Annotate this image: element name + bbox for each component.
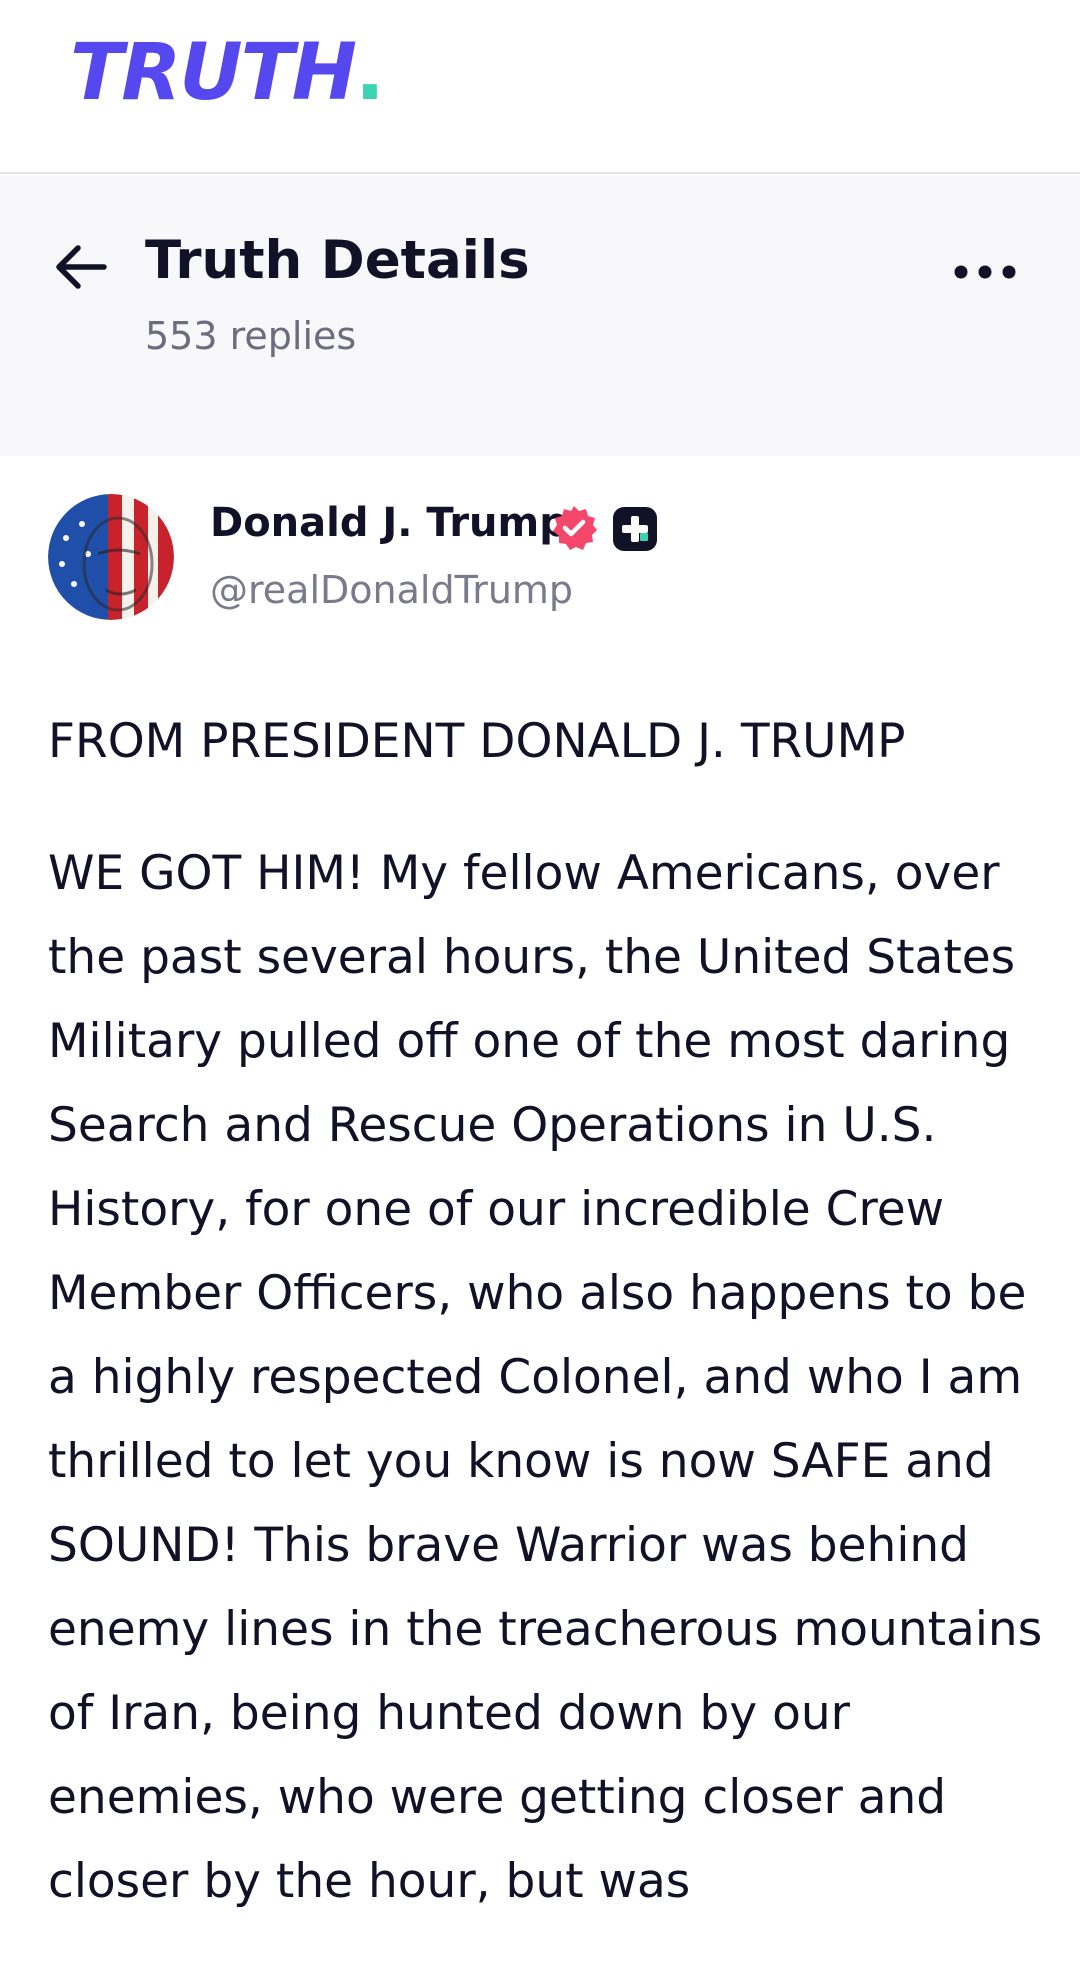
more-horizontal-icon bbox=[954, 265, 1016, 279]
truth-plus-badge-icon bbox=[613, 507, 657, 551]
page-title: Truth Details bbox=[145, 230, 530, 291]
top-bar: TRUTH. bbox=[0, 0, 1080, 174]
truth-logo[interactable]: TRUTH. bbox=[70, 34, 385, 112]
verified-badge-icon bbox=[553, 506, 597, 550]
avatar[interactable] bbox=[48, 494, 174, 620]
arrow-left-icon bbox=[56, 245, 107, 289]
user-handle[interactable]: @realDonaldTrump bbox=[210, 568, 573, 612]
avatar-image bbox=[48, 494, 174, 620]
post-body: FROM PRESIDENT DONALD J. TRUMP WE GOT HI… bbox=[48, 700, 1048, 1924]
post-paragraph: WE GOT HIM! My fellow Americans, over th… bbox=[48, 846, 1043, 1909]
truth-plus-badge bbox=[612, 506, 658, 552]
logo-text: TRUTH bbox=[70, 28, 357, 118]
back-button[interactable] bbox=[52, 238, 110, 296]
post-paragraph: FROM PRESIDENT DONALD J. TRUMP bbox=[48, 714, 906, 769]
more-options-button[interactable] bbox=[950, 256, 1020, 288]
display-name[interactable]: Donald J. Trump bbox=[210, 500, 568, 546]
reply-count: 553 replies bbox=[145, 314, 357, 358]
logo-dot: . bbox=[355, 28, 385, 118]
verified-badge bbox=[550, 504, 598, 552]
